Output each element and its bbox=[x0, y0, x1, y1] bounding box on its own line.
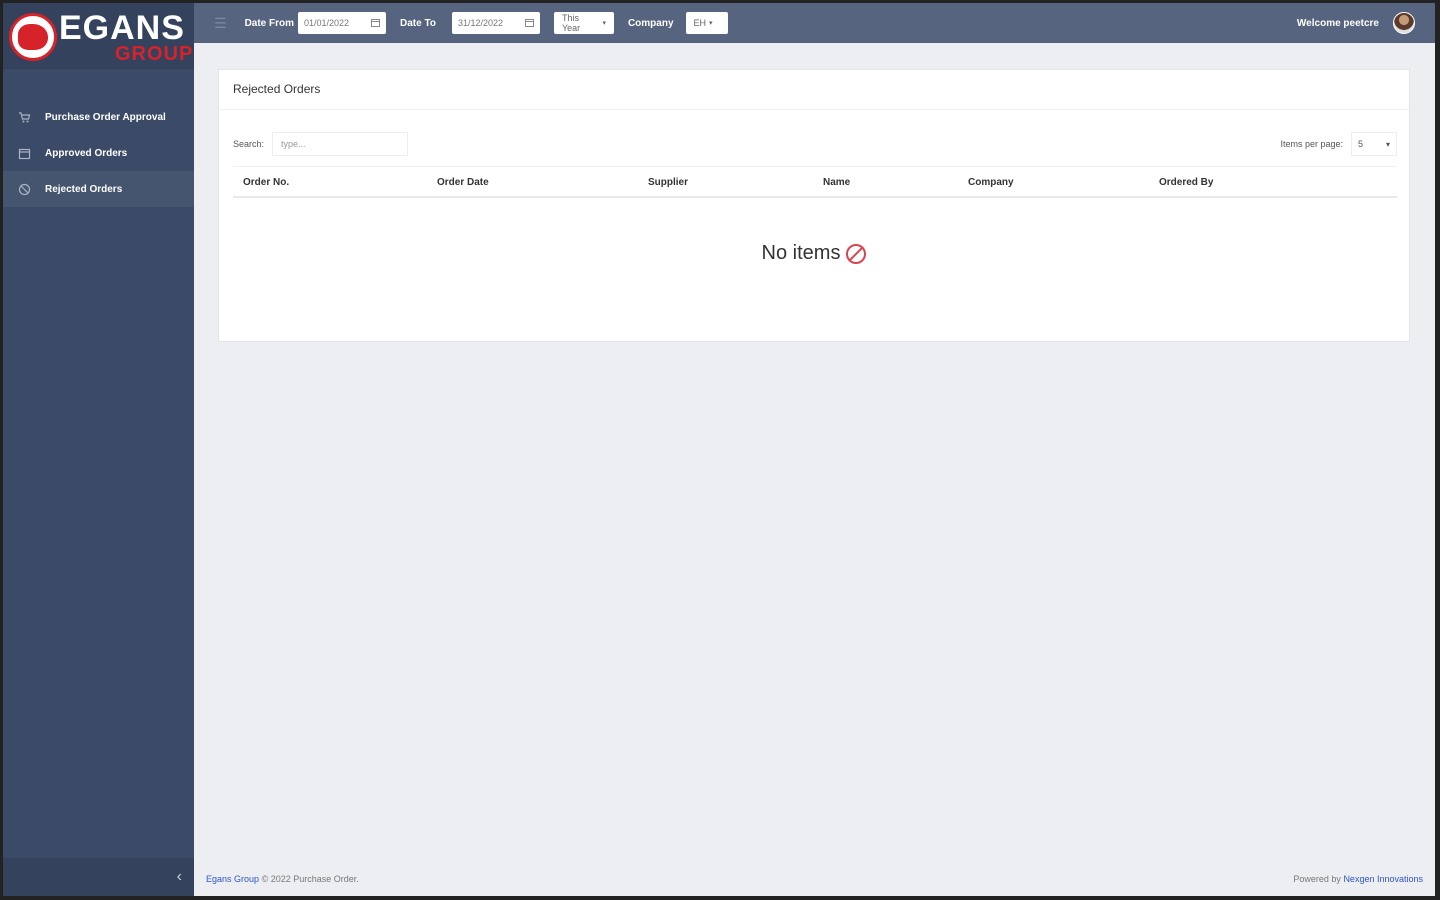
date-to-input[interactable]: 31/12/2022 bbox=[451, 12, 540, 34]
sidebar-item-label: Purchase Order Approval bbox=[45, 111, 166, 123]
search-label: Search: bbox=[233, 139, 265, 149]
column-header-order-no[interactable]: Order No. bbox=[243, 177, 289, 188]
welcome-text: Welcome peetcre bbox=[1296, 18, 1379, 29]
chevron-down-icon: ▾ bbox=[709, 20, 713, 27]
period-value: This Year bbox=[561, 13, 581, 33]
sidebar-item-approved-orders[interactable]: Approved Orders bbox=[3, 135, 194, 171]
app-window: EGANS GROUP Purchase Order Approval Appr… bbox=[3, 3, 1435, 896]
avatar[interactable] bbox=[1393, 12, 1415, 34]
company-select[interactable]: EH ▾ bbox=[685, 12, 728, 34]
date-to-label: Date To bbox=[400, 17, 436, 29]
date-to-value: 31/12/2022 bbox=[457, 18, 503, 28]
column-header-ordered-by[interactable]: Ordered By bbox=[1159, 177, 1213, 188]
period-select[interactable]: This Year ▾ bbox=[553, 12, 614, 34]
footer-powered-by: Powered by Nexgen Innovations bbox=[1293, 874, 1423, 884]
column-header-company[interactable]: Company bbox=[968, 177, 1014, 188]
calendar-icon bbox=[524, 18, 534, 29]
sidebar-nav: Purchase Order Approval Approved Orders … bbox=[3, 99, 194, 207]
company-label: Company bbox=[627, 17, 674, 29]
search-row: Search: type... bbox=[233, 132, 409, 156]
sidebar-item-label: Approved Orders bbox=[45, 147, 128, 159]
no-entry-icon bbox=[846, 243, 867, 264]
sidebar-item-purchase-order-approval[interactable]: Purchase Order Approval bbox=[3, 99, 194, 135]
sidebar-item-rejected-orders[interactable]: Rejected Orders bbox=[3, 171, 194, 207]
date-from-label: Date From bbox=[244, 17, 295, 29]
items-per-page-row: Items per page: 5 ▾ bbox=[1280, 132, 1397, 156]
empty-state-text: No items bbox=[761, 242, 841, 264]
chevron-down-icon: ▾ bbox=[602, 20, 606, 27]
brand-logo[interactable]: EGANS GROUP bbox=[3, 3, 194, 69]
date-from-value: 01/01/2022 bbox=[304, 18, 350, 28]
items-per-page-label: Items per page: bbox=[1280, 139, 1343, 149]
table-header: Order No. Order Date Supplier Name Compa… bbox=[233, 166, 1397, 198]
brand-subtitle: GROUP bbox=[115, 43, 194, 65]
footer-copyright: Egans Group © 2022 Purchase Order. bbox=[206, 874, 359, 884]
date-from-input[interactable]: 01/01/2022 bbox=[298, 12, 387, 34]
chevron-down-icon: ▾ bbox=[1385, 139, 1390, 149]
calendar-icon bbox=[18, 147, 31, 160]
top-bar: ☰ Date From 01/01/2022 Date To 31/12/202… bbox=[194, 3, 1435, 43]
logo-emblem-icon bbox=[9, 13, 57, 61]
search-placeholder: type... bbox=[281, 139, 306, 149]
column-header-supplier[interactable]: Supplier bbox=[648, 177, 688, 188]
chevron-left-icon: ‹ bbox=[176, 868, 182, 885]
sidebar: EGANS GROUP Purchase Order Approval Appr… bbox=[3, 3, 194, 896]
footer-vendor-link[interactable]: Nexgen Innovations bbox=[1343, 874, 1423, 884]
ban-icon bbox=[18, 183, 31, 196]
sidebar-item-label: Rejected Orders bbox=[45, 183, 123, 195]
items-per-page-select[interactable]: 5 ▾ bbox=[1351, 132, 1397, 156]
cart-icon bbox=[18, 111, 31, 124]
footer-copyright-text: © 2022 Purchase Order. bbox=[261, 874, 359, 884]
column-header-order-date[interactable]: Order Date bbox=[437, 177, 489, 188]
rejected-orders-card: Rejected Orders Search: type... Items pe… bbox=[218, 69, 1410, 342]
column-header-name[interactable]: Name bbox=[823, 177, 850, 188]
sidebar-collapse-button[interactable]: ‹ bbox=[3, 858, 194, 896]
calendar-icon bbox=[371, 18, 381, 29]
items-per-page-value: 5 bbox=[1358, 139, 1364, 149]
company-value: EH bbox=[693, 18, 707, 28]
footer-company-link[interactable]: Egans Group bbox=[206, 874, 259, 884]
search-input[interactable]: type... bbox=[272, 132, 409, 156]
footer-powered-text: Powered by bbox=[1293, 874, 1341, 884]
empty-state: No items bbox=[219, 242, 1409, 265]
menu-toggle-icon[interactable]: ☰ bbox=[214, 15, 227, 32]
card-title: Rejected Orders bbox=[219, 70, 1409, 110]
